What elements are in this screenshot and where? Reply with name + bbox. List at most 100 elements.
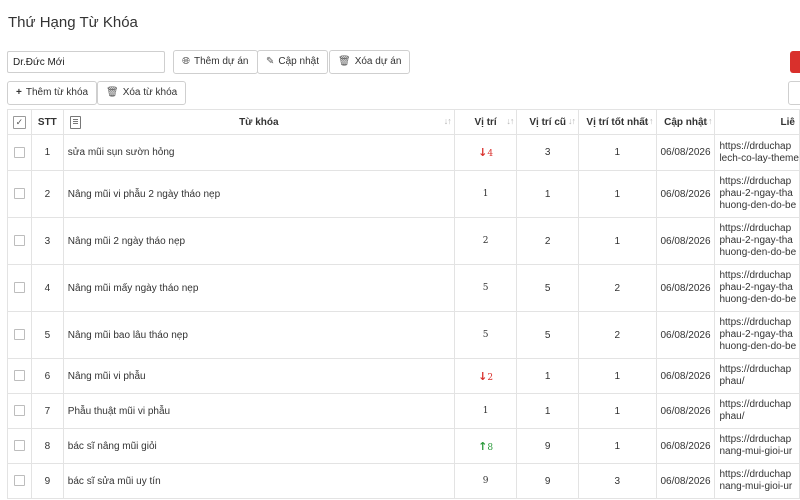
cell-updated: 06/08/2026: [655, 134, 716, 171]
cell-old-position: 2: [516, 217, 579, 265]
cell-best-position: 2: [578, 311, 657, 359]
cell-updated: 06/08/2026: [655, 311, 716, 359]
cell-updated: 06/08/2026: [655, 393, 716, 429]
link-line[interactable]: https://drduchap: [719, 399, 798, 411]
header-old-position[interactable]: Vị trí cũ ↓↑: [516, 109, 579, 135]
row-checkbox[interactable]: [13, 370, 25, 382]
link-line[interactable]: nang-mui-gioi-ur: [719, 481, 798, 493]
cell-updated: 06/08/2026: [655, 170, 716, 218]
add-project-button[interactable]: 🌐︎ Thêm dự án: [173, 50, 258, 74]
danger-button[interactable]: [790, 51, 800, 73]
header-updated-label: Cập nhật: [664, 116, 707, 128]
row-checkbox[interactable]: [13, 475, 25, 487]
link-line[interactable]: huong-den-do-be: [719, 341, 798, 353]
header-updated[interactable]: Cập nhật ↓↑: [655, 109, 716, 135]
cell-link[interactable]: https://drduchap phau-2-ngay-tha huong-den…: [714, 264, 800, 312]
row-checkbox[interactable]: [13, 146, 25, 158]
row-checkbox-cell[interactable]: [7, 217, 32, 265]
table-row[interactable]: 8 bác sĩ nâng mũi giỏi ↑8 9 1 06/08/2026 https…: [7, 428, 800, 464]
cell-updated: 06/08/2026: [655, 217, 716, 265]
row-checkbox-cell[interactable]: [7, 463, 32, 499]
position-value: 9: [482, 476, 489, 486]
table-row[interactable]: 3 Nâng mũi 2 ngày tháo nẹp 2 2 1 06/08/2026 ht…: [7, 217, 800, 265]
header-keyword[interactable]: Từ khóa ↓↑: [62, 109, 455, 135]
cell-link[interactable]: https://drduchap nang-mui-gioi-ur: [714, 428, 800, 464]
link-line[interactable]: https://drduchap: [719, 223, 798, 235]
add-keyword-button[interactable]: + Thêm từ khóa: [7, 81, 98, 105]
link-line[interactable]: huong-den-do-be: [719, 200, 798, 212]
table-row[interactable]: 9 bác sĩ sửa mũi uy tín 9 9 3 06/08/2026 https…: [7, 463, 800, 499]
cell-link[interactable]: https://drduchap phau/: [714, 358, 800, 394]
cell-link[interactable]: https://drduchap phau-2-ngay-tha huong-den…: [714, 170, 800, 218]
sort-icon: ↓↑: [443, 116, 452, 126]
project-select[interactable]: Dr.Đức Mới: [7, 51, 165, 73]
link-line[interactable]: phau/: [719, 376, 798, 388]
link-line[interactable]: phau-2-ngay-tha: [719, 188, 798, 200]
row-checkbox-cell[interactable]: [7, 134, 32, 171]
sort-icon: ↓↑: [645, 116, 654, 126]
position-value: 1: [482, 406, 489, 416]
row-checkbox[interactable]: [13, 235, 25, 247]
cell-position: 5: [453, 311, 518, 359]
link-line[interactable]: https://drduchap: [719, 270, 798, 282]
cell-link[interactable]: https://drduchap phau-2-ngay-tha huong-den…: [714, 217, 800, 265]
delete-project-button[interactable]: 🗑︎ Xóa dự án: [329, 50, 411, 74]
cell-link[interactable]: https://drduchap lech-co-lay-theme: [714, 134, 800, 171]
link-line[interactable]: lech-co-lay-theme: [719, 153, 798, 165]
table-row[interactable]: 4 Nâng mũi mấy ngày tháo nẹp 5 5 2 06/08/2026…: [7, 264, 800, 312]
link-line[interactable]: phau-2-ngay-tha: [719, 235, 798, 247]
keyword-table: ✓ STT Từ khóa ↓↑ Vị trí ↓↑ Vị trí cũ ↓↑ …: [7, 109, 800, 499]
row-checkbox-cell[interactable]: [7, 170, 32, 218]
row-checkbox[interactable]: [13, 440, 25, 452]
table-row[interactable]: 7 Phẫu thuật mũi vi phẫu 1 1 1 06/08/2026 http…: [7, 393, 800, 429]
cell-link[interactable]: https://drduchap phau/: [714, 393, 800, 429]
table-row[interactable]: 2 Nâng mũi vi phẫu 2 ngày tháo nẹp 1 1 1 06/0…: [7, 170, 800, 218]
delete-keyword-button[interactable]: 🗑︎ Xóa từ khóa: [97, 81, 187, 105]
header-best-position[interactable]: Vị trí tốt nhất ↓↑: [578, 109, 657, 135]
cell-stt: 2: [30, 170, 64, 218]
table-row[interactable]: 1 sửa mũi sụn sườn hỏng ↓4 3 1 06/08/2026 http…: [7, 134, 800, 171]
row-checkbox-cell[interactable]: [7, 358, 32, 394]
link-line[interactable]: nang-mui-gioi-ur: [719, 446, 798, 458]
link-line[interactable]: https://drduchap: [719, 141, 798, 153]
row-checkbox-cell[interactable]: [7, 264, 32, 312]
cell-old-position: 5: [516, 264, 579, 312]
cell-stt: 7: [30, 393, 64, 429]
row-checkbox[interactable]: [13, 405, 25, 417]
table-row[interactable]: 5 Nâng mũi bao lâu tháo nẹp 5 5 2 06/08/2026 h…: [7, 311, 800, 359]
select-all-checkbox[interactable]: ✓: [7, 109, 32, 135]
link-line[interactable]: https://drduchap: [719, 434, 798, 446]
row-checkbox-cell[interactable]: [7, 393, 32, 429]
row-checkbox[interactable]: [13, 188, 25, 200]
add-keyword-label: Thêm từ khóa: [25, 87, 89, 98]
trash-icon: 🗑︎: [106, 87, 119, 98]
link-line[interactable]: phau/: [719, 411, 798, 423]
link-line[interactable]: https://drduchap: [719, 317, 798, 329]
update-button[interactable]: ✎ Cập nhật: [257, 50, 328, 74]
link-line[interactable]: phau-2-ngay-tha: [719, 329, 798, 341]
cell-keyword: bác sĩ sửa mũi uy tín: [62, 463, 455, 499]
position-value: 1: [482, 189, 489, 199]
row-checkbox-cell[interactable]: [7, 428, 32, 464]
check-icon: ✓: [12, 115, 26, 129]
row-checkbox-cell[interactable]: [7, 311, 32, 359]
link-line[interactable]: huong-den-do-be: [719, 294, 798, 306]
link-line[interactable]: phau-2-ngay-tha: [719, 282, 798, 294]
position-value: 2: [482, 236, 489, 246]
link-line[interactable]: huong-den-do-be: [719, 247, 798, 259]
cell-link[interactable]: https://drduchap nang-mui-gioi-ur: [714, 463, 800, 499]
header-position[interactable]: Vị trí ↓↑: [453, 109, 518, 135]
plus-icon: +: [16, 87, 22, 98]
header-link[interactable]: Liê: [714, 109, 800, 135]
row-checkbox[interactable]: [13, 282, 25, 294]
table-row[interactable]: 6 Nâng mũi vi phẫu ↓2 1 1 06/08/2026 https://d…: [7, 358, 800, 394]
cell-stt: 3: [30, 217, 64, 265]
row-checkbox[interactable]: [13, 329, 25, 341]
extra-button[interactable]: [788, 81, 800, 105]
link-line[interactable]: https://drduchap: [719, 176, 798, 188]
header-stt[interactable]: STT: [30, 109, 64, 135]
header-keyword-label: Từ khóa: [239, 116, 279, 128]
link-line[interactable]: https://drduchap: [719, 364, 798, 376]
cell-link[interactable]: https://drduchap phau-2-ngay-tha huong-den…: [714, 311, 800, 359]
link-line[interactable]: https://drduchap: [719, 469, 798, 481]
